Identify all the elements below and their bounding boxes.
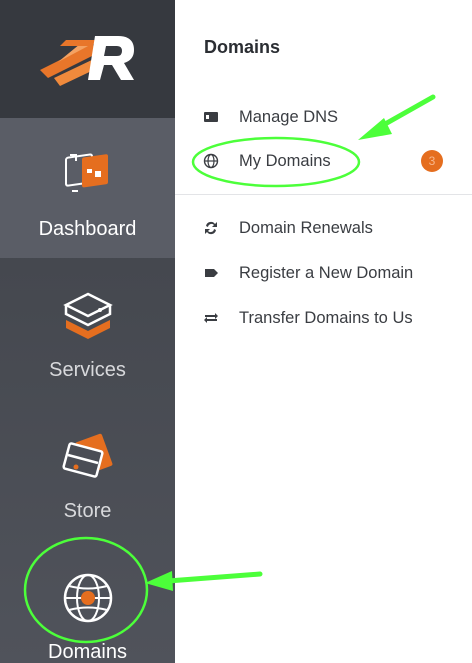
- nav-label: Dashboard: [38, 218, 137, 240]
- services-icon: [53, 281, 123, 351]
- nav-item-services[interactable]: Services: [0, 259, 175, 399]
- refresh-icon: [196, 220, 226, 236]
- nav-label: Services: [49, 359, 126, 381]
- menu-item-label: My Domains: [239, 151, 331, 170]
- store-icon: [53, 422, 123, 492]
- dns-icon: [196, 109, 226, 125]
- panel-title: Domains: [204, 37, 281, 57]
- dashboard-icon: [53, 140, 123, 210]
- brand-logo: [40, 36, 134, 86]
- menu-item-label: Manage DNS: [239, 107, 339, 126]
- nav-label: Domains: [48, 641, 127, 663]
- nav-item-domains[interactable]: Domains: [0, 541, 175, 663]
- nav-item-store[interactable]: Store: [0, 400, 175, 540]
- tag-icon: [196, 265, 226, 281]
- logo-area: [0, 0, 175, 118]
- menu-item-register-domain[interactable]: Register a New Domain: [196, 256, 458, 290]
- sidebar: Dashboard Services Store Domains: [0, 0, 175, 663]
- menu-item-label: Transfer Domains to Us: [239, 308, 413, 327]
- globe-icon: [53, 563, 123, 633]
- divider: [175, 194, 472, 195]
- nav-item-dashboard[interactable]: Dashboard: [0, 118, 175, 258]
- menu-item-my-domains[interactable]: My Domains: [196, 144, 458, 178]
- transfer-icon: [196, 310, 226, 326]
- globe-small-icon: [196, 153, 226, 169]
- menu-item-transfer-domains[interactable]: Transfer Domains to Us: [196, 301, 458, 335]
- menu-item-label: Register a New Domain: [239, 263, 414, 282]
- nav-label: Store: [63, 500, 112, 522]
- menu-item-domain-renewals[interactable]: Domain Renewals: [196, 211, 458, 245]
- menu-item-manage-dns[interactable]: Manage DNS: [196, 100, 458, 134]
- count-badge: 3: [421, 150, 443, 172]
- menu-item-label: Domain Renewals: [239, 218, 373, 237]
